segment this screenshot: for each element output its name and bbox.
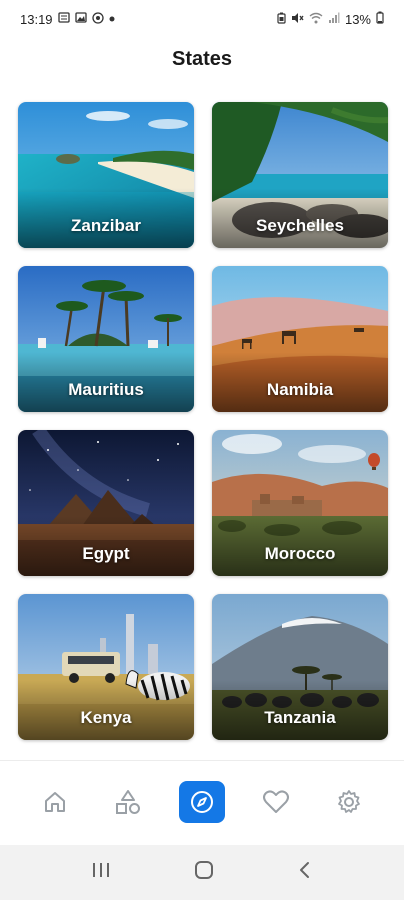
home-icon bbox=[44, 791, 65, 812]
recents-button[interactable] bbox=[90, 861, 112, 884]
card-seychelles[interactable]: Seychelles bbox=[212, 102, 388, 248]
card-label: Tanzania bbox=[264, 708, 336, 727]
card-namibia[interactable]: Namibia bbox=[212, 266, 388, 412]
wifi-icon bbox=[309, 12, 323, 27]
card-label: Seychelles bbox=[256, 216, 344, 235]
nav-explore-button[interactable] bbox=[178, 780, 225, 823]
back-icon bbox=[299, 862, 309, 878]
card-label: Namibia bbox=[266, 380, 334, 399]
card-zanzibar[interactable]: Zanzibar bbox=[18, 102, 194, 248]
nav-home-button[interactable] bbox=[32, 781, 78, 823]
dot-icon bbox=[109, 14, 115, 25]
explore-icon bbox=[190, 790, 213, 813]
favorites-icon bbox=[262, 789, 289, 813]
signal-icon bbox=[328, 12, 340, 27]
nav-favorites-button[interactable] bbox=[253, 781, 299, 823]
card-tanzania[interactable]: Tanzania bbox=[212, 594, 388, 740]
status-bar: 13:19 13% bbox=[0, 0, 404, 38]
bottom-nav bbox=[0, 760, 404, 842]
home-system-button[interactable] bbox=[193, 859, 215, 886]
gallery-icon bbox=[74, 12, 87, 26]
card-label: Egypt bbox=[82, 544, 130, 563]
status-left: 13:19 bbox=[20, 12, 115, 27]
card-kenya[interactable]: Kenya bbox=[18, 594, 194, 740]
nav-settings-button[interactable] bbox=[326, 781, 372, 823]
nav-categories-button[interactable] bbox=[105, 781, 151, 823]
card-label: Morocco bbox=[264, 544, 336, 563]
back-button[interactable] bbox=[296, 860, 314, 885]
battery-percent: 13% bbox=[344, 11, 371, 27]
card-morocco[interactable]: Morocco bbox=[212, 430, 388, 576]
system-nav-bar bbox=[0, 845, 404, 900]
notification-icon bbox=[57, 12, 70, 26]
vpn-icon bbox=[91, 11, 104, 27]
card-label: Kenya bbox=[80, 708, 132, 727]
categories-icon bbox=[116, 789, 141, 814]
recents-icon bbox=[93, 863, 110, 877]
status-time: 13:19 bbox=[20, 11, 53, 27]
mute-icon bbox=[291, 12, 304, 27]
card-label: Mauritius bbox=[68, 380, 144, 399]
status-right: 13% bbox=[277, 11, 384, 27]
home-circle-icon bbox=[194, 861, 213, 879]
card-label: Zanzibar bbox=[71, 216, 141, 235]
page-title: States bbox=[171, 48, 233, 70]
battery-icon bbox=[376, 11, 384, 27]
card-mauritius[interactable]: Mauritius bbox=[18, 266, 194, 412]
card-egypt[interactable]: Egypt bbox=[18, 430, 194, 576]
settings-icon bbox=[338, 789, 361, 813]
battery-saver-icon bbox=[277, 12, 286, 27]
